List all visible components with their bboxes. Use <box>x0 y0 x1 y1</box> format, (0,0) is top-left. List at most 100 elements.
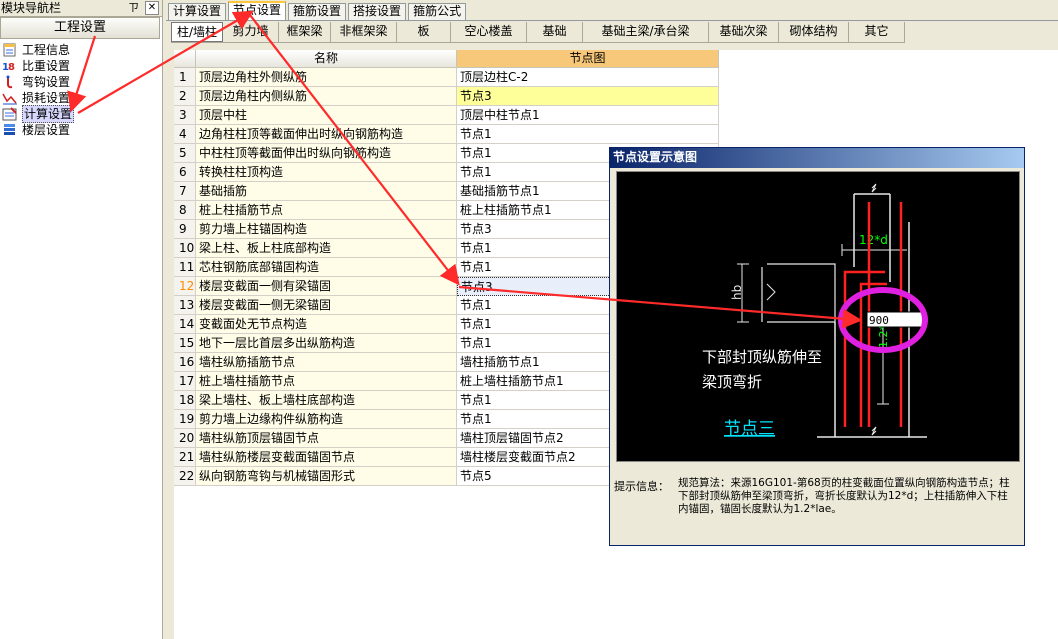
nav-item-hook-settings[interactable]: 弯钩设置 <box>2 74 74 90</box>
break-mark-top <box>871 183 877 193</box>
nav-item-label: 计算设置 <box>22 105 75 123</box>
subtab-column[interactable]: 柱/墙柱 <box>171 22 223 42</box>
dialog-title: 节点设置示意图 <box>610 148 1024 168</box>
row-name-cell: 桩上柱插筋节点 <box>196 201 457 220</box>
calc-settings-icon <box>2 107 18 121</box>
row-name-cell: 地下一层比首层多出纵筋构造 <box>196 334 457 353</box>
column-header-node-diagram[interactable]: 节点图 <box>457 50 719 68</box>
row-name-cell: 顶层边角柱内侧纵筋 <box>196 87 457 106</box>
project-settings-group-button[interactable]: 工程设置 <box>0 17 160 39</box>
nav-item-weight-settings[interactable]: 18 比重设置 <box>2 58 74 74</box>
row-number: 9 <box>174 220 196 239</box>
row-number: 20 <box>174 429 196 448</box>
node-diagram-canvas: hb 12*d 1.2*la 900 下部封顶纵筋伸至 梁顶弯折 节点三 <box>616 171 1020 462</box>
row-name-cell: 纵向钢筋弯钩与机械锚固形式 <box>196 467 457 486</box>
loss-chart-icon <box>2 91 18 105</box>
subtab-shear-wall[interactable]: 剪力墙 <box>223 22 279 42</box>
tab-stirrup-settings[interactable]: 箍筋设置 <box>288 3 347 20</box>
lower-column-bars <box>817 222 927 438</box>
tab-stirrup-formula[interactable]: 箍筋公式 <box>408 3 467 20</box>
floor-stack-icon <box>2 123 18 137</box>
subtab-other[interactable]: 其它 <box>849 22 905 42</box>
row-number: 1 <box>174 68 196 87</box>
tab-node-settings[interactable]: 节点设置 <box>228 1 287 20</box>
row-node-value-cell[interactable]: 节点3 <box>457 87 719 106</box>
row-number: 2 <box>174 87 196 106</box>
subtab-foundation-secondary-beam[interactable]: 基础次梁 <box>709 22 779 42</box>
nav-item-label: 损耗设置 <box>22 91 71 105</box>
diagram-description-line2: 梁顶弯折 <box>702 373 762 391</box>
row-number: 22 <box>174 467 196 486</box>
node-label: 节点三 <box>724 419 775 439</box>
nav-item-project-info[interactable]: 工程信息 <box>2 42 74 58</box>
row-name-cell: 楼层变截面一侧有梁锚固 <box>196 277 457 296</box>
column-header-name[interactable]: 名称 <box>196 50 457 68</box>
tab-lap-settings[interactable]: 搭接设置 <box>348 3 407 20</box>
subtab-frame-beam[interactable]: 框架梁 <box>279 22 331 42</box>
row-number: 15 <box>174 334 196 353</box>
subtab-foundation-main-beam[interactable]: 基础主梁/承台梁 <box>583 22 709 42</box>
diagram-description-line1: 下部封顶纵筋伸至 <box>702 348 822 366</box>
subtab-slab[interactable]: 板 <box>397 22 451 42</box>
subtab-foundation[interactable]: 基础 <box>527 22 583 42</box>
row-name-cell: 转换柱柱顶构造 <box>196 163 457 182</box>
row-number: 10 <box>174 239 196 258</box>
hook-icon <box>2 75 18 89</box>
row-name-cell: 剪力墙上柱锚固构造 <box>196 220 457 239</box>
table-row[interactable]: 1 顶层边角柱外侧纵筋 顶层边柱C-2 <box>174 68 719 87</box>
pin-icon[interactable]: ㄗ <box>128 0 139 16</box>
row-number: 17 <box>174 372 196 391</box>
tab-calc-settings[interactable]: 计算设置 <box>168 3 227 20</box>
nav-item-list: 工程信息 18 比重设置 弯钩设置 损耗设置 计算设置 楼层设置 <box>2 42 75 138</box>
row-number-header <box>174 50 196 68</box>
row-name-cell: 梁上墙柱、板上墙柱底部构造 <box>196 391 457 410</box>
break-mark-bottom <box>871 426 877 436</box>
row-number: 12 <box>174 277 196 296</box>
row-number: 11 <box>174 258 196 277</box>
close-icon[interactable]: ✕ <box>145 1 159 15</box>
subtab-non-frame-beam[interactable]: 非框架梁 <box>331 22 397 42</box>
row-node-value-cell[interactable]: 顶层边柱C-2 <box>457 68 719 87</box>
row-name-cell: 墙柱纵筋楼层变截面锚固节点 <box>196 448 457 467</box>
row-number: 16 <box>174 353 196 372</box>
component-tab-strip: 柱/墙柱 剪力墙 框架梁 非框架梁 板 空心楼盖 基础 基础主梁/承台梁 基础次… <box>171 22 905 43</box>
row-number: 4 <box>174 125 196 144</box>
table-row[interactable]: 2 顶层边角柱内侧纵筋 节点3 <box>174 87 719 106</box>
nav-item-calc-settings[interactable]: 计算设置 <box>2 105 75 123</box>
row-name-cell: 桩上墙柱插筋节点 <box>196 372 457 391</box>
weight-icon: 18 <box>2 59 18 73</box>
row-name-cell: 顶层中柱 <box>196 106 457 125</box>
dim-12d-label: 12*d <box>859 233 888 247</box>
nav-item-label: 弯钩设置 <box>22 75 71 89</box>
row-name-cell: 中柱柱顶等截面伸出时纵向钢筋构造 <box>196 144 457 163</box>
node-diagram-dialog: 节点设置示意图 hb 12*d 1.2*la 900 下部封顶纵筋伸至 梁顶弯折… <box>609 147 1025 546</box>
subtab-masonry[interactable]: 砌体结构 <box>779 22 849 42</box>
nav-item-label: 工程信息 <box>22 43 71 57</box>
nav-header: 模块导航栏 ㄗ ✕ <box>0 0 162 17</box>
module-nav-panel: 模块导航栏 ㄗ ✕ 工程设置 工程信息 18 比重设置 弯钩设置 损耗设置 计算… <box>0 0 163 639</box>
grid-header: 名称 节点图 <box>174 50 719 68</box>
row-number: 7 <box>174 182 196 201</box>
row-name-cell: 剪力墙上边缘构件纵筋构造 <box>196 410 457 429</box>
row-number: 8 <box>174 201 196 220</box>
value-input-text[interactable]: 900 <box>869 314 889 327</box>
table-row[interactable]: 4 边角柱柱顶等截面伸出时纵向钢筋构造 节点1 <box>174 125 719 144</box>
row-node-value-cell[interactable]: 顶层中柱节点1 <box>457 106 719 125</box>
nav-item-floor-settings[interactable]: 楼层设置 <box>2 122 74 138</box>
hint-text: 规范算法：来源16G101-第68页的柱变截面位置纵向钢筋构造节点；柱下部封顶纵… <box>678 477 1010 515</box>
row-name-cell: 梁上柱、板上柱底部构造 <box>196 239 457 258</box>
nav-title: 模块导航栏 <box>1 1 62 15</box>
subtab-hollow-floor[interactable]: 空心楼盖 <box>451 22 527 42</box>
row-node-value-cell[interactable]: 节点1 <box>457 125 719 144</box>
table-row[interactable]: 3 顶层中柱 顶层中柱节点1 <box>174 106 719 125</box>
nav-item-loss-settings[interactable]: 损耗设置 <box>2 90 74 106</box>
svg-text:8: 8 <box>8 62 15 73</box>
row-number: 6 <box>174 163 196 182</box>
row-name-cell: 楼层变截面一侧无梁锚固 <box>196 296 457 315</box>
row-number: 14 <box>174 315 196 334</box>
row-name-cell: 墙柱纵筋插筋节点 <box>196 353 457 372</box>
row-number: 3 <box>174 106 196 125</box>
row-name-cell: 边角柱柱顶等截面伸出时纵向钢筋构造 <box>196 125 457 144</box>
nav-item-label: 楼层设置 <box>22 123 71 137</box>
row-name-cell: 芯柱钢筋底部锚固构造 <box>196 258 457 277</box>
